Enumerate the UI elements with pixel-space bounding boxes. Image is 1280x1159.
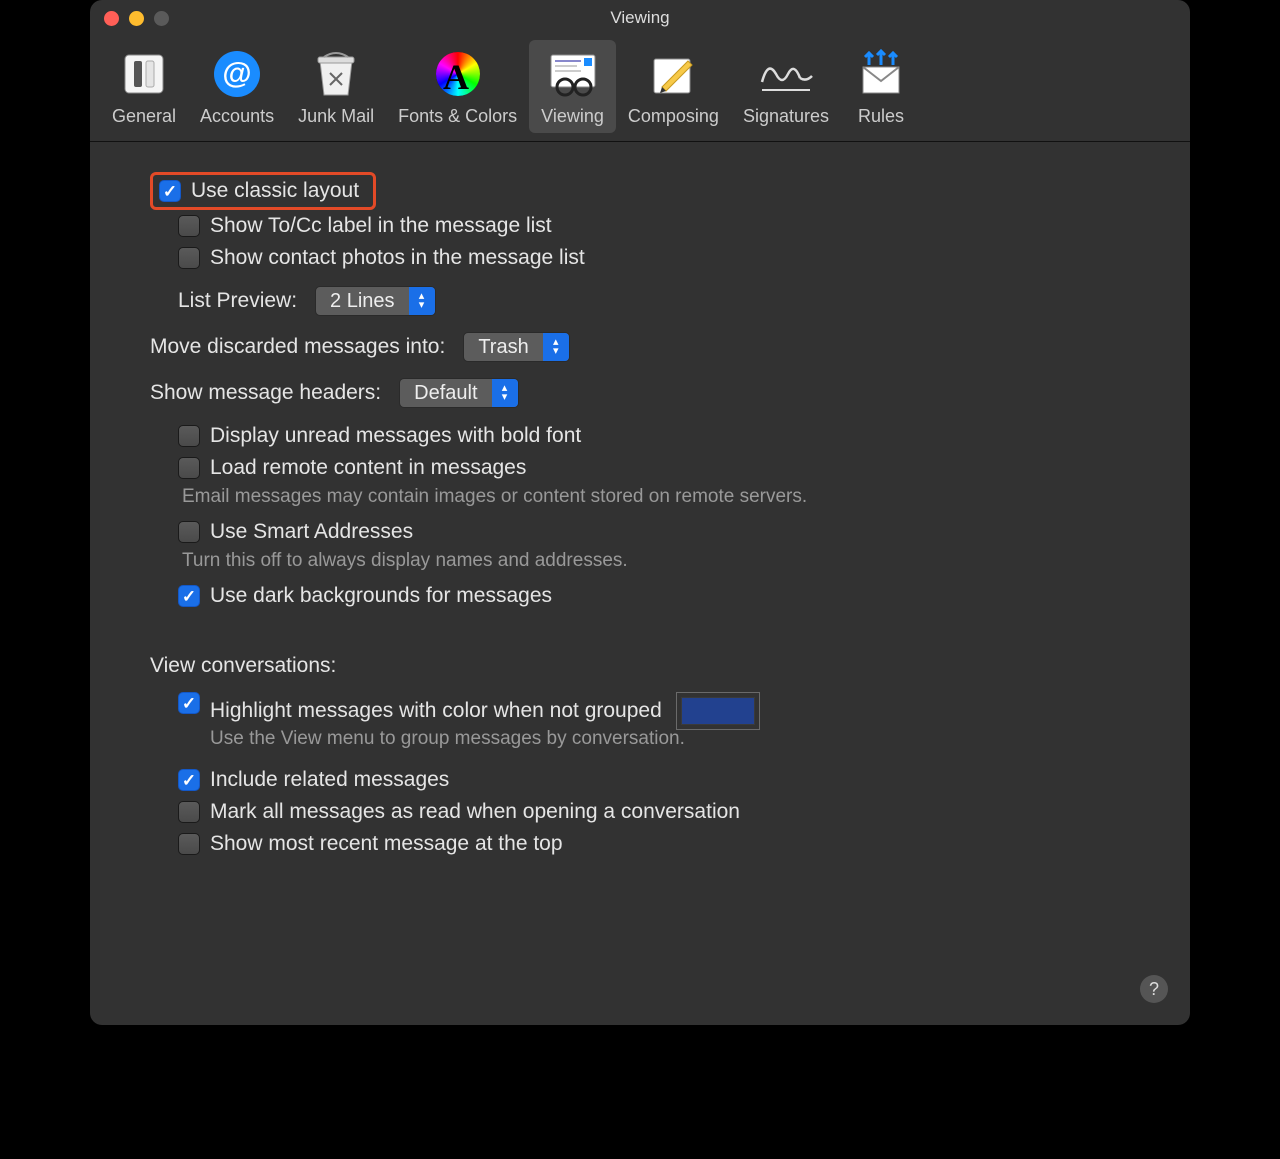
highlight-color-swatch bbox=[681, 697, 755, 725]
include-related-label: Include related messages bbox=[210, 768, 449, 792]
smart-addresses-description: Turn this off to always display names an… bbox=[182, 550, 1130, 572]
highlight-color-description: Use the View menu to group messages by c… bbox=[210, 728, 1130, 750]
tab-general[interactable]: General bbox=[100, 40, 188, 133]
dark-backgrounds-label: Use dark backgrounds for messages bbox=[210, 584, 552, 608]
viewing-icon bbox=[545, 46, 601, 102]
tab-label: Viewing bbox=[541, 106, 604, 127]
preferences-window: Viewing General @ Accounts bbox=[90, 0, 1190, 1025]
classic-layout-checkbox[interactable] bbox=[159, 180, 181, 202]
highlight-color-label: Highlight messages with color when not g… bbox=[210, 699, 662, 723]
svg-text:A: A bbox=[443, 57, 469, 97]
discarded-select[interactable]: Trash bbox=[463, 332, 569, 362]
stepper-arrows-icon bbox=[409, 287, 435, 315]
discarded-value: Trash bbox=[464, 336, 542, 359]
headers-label: Show message headers: bbox=[150, 381, 381, 405]
composing-icon bbox=[645, 46, 701, 102]
smart-addresses-checkbox[interactable] bbox=[178, 521, 200, 543]
tab-accounts[interactable]: @ Accounts bbox=[188, 40, 286, 133]
show-contact-photos-label: Show contact photos in the message list bbox=[210, 246, 585, 270]
dark-backgrounds-checkbox[interactable] bbox=[178, 585, 200, 607]
headers-select[interactable]: Default bbox=[399, 378, 518, 408]
tab-label: Signatures bbox=[743, 106, 829, 127]
tab-rules[interactable]: Rules bbox=[841, 40, 921, 133]
tab-label: Junk Mail bbox=[298, 106, 374, 127]
titlebar: Viewing bbox=[90, 0, 1190, 36]
tab-label: General bbox=[112, 106, 176, 127]
headers-value: Default bbox=[400, 382, 491, 405]
tab-fonts-colors[interactable]: A Fonts & Colors bbox=[386, 40, 529, 133]
stepper-arrows-icon bbox=[492, 379, 518, 407]
help-icon: ? bbox=[1149, 979, 1159, 1000]
mark-read-checkbox[interactable] bbox=[178, 801, 200, 823]
recent-top-checkbox[interactable] bbox=[178, 833, 200, 855]
tab-composing[interactable]: Composing bbox=[616, 40, 731, 133]
view-conversations-label: View conversations: bbox=[150, 654, 1130, 678]
list-preview-label: List Preview: bbox=[178, 289, 297, 313]
smart-addresses-label: Use Smart Addresses bbox=[210, 520, 413, 544]
show-contact-photos-checkbox[interactable] bbox=[178, 247, 200, 269]
bold-unread-checkbox[interactable] bbox=[178, 425, 200, 447]
tab-label: Accounts bbox=[200, 106, 274, 127]
load-remote-checkbox[interactable] bbox=[178, 457, 200, 479]
show-to-cc-checkbox[interactable] bbox=[178, 215, 200, 237]
tab-viewing[interactable]: Viewing bbox=[529, 40, 616, 133]
load-remote-label: Load remote content in messages bbox=[210, 456, 526, 480]
highlight-color-checkbox[interactable] bbox=[178, 692, 200, 714]
junk-mail-icon bbox=[308, 46, 364, 102]
signatures-icon bbox=[758, 46, 814, 102]
bold-unread-label: Display unread messages with bold font bbox=[210, 424, 581, 448]
stepper-arrows-icon bbox=[543, 333, 569, 361]
viewing-pane: Use classic layout Show To/Cc label in t… bbox=[90, 142, 1190, 894]
help-button[interactable]: ? bbox=[1140, 975, 1168, 1003]
zoom-window-button[interactable] bbox=[154, 11, 169, 26]
classic-layout-label: Use classic layout bbox=[191, 179, 359, 203]
window-controls bbox=[104, 11, 169, 26]
preferences-toolbar: General @ Accounts Junk Mail bbox=[90, 36, 1190, 142]
discarded-label: Move discarded messages into: bbox=[150, 335, 445, 359]
close-window-button[interactable] bbox=[104, 11, 119, 26]
general-icon bbox=[116, 46, 172, 102]
load-remote-description: Email messages may contain images or con… bbox=[182, 486, 1130, 508]
classic-layout-highlight: Use classic layout bbox=[150, 172, 376, 210]
tab-label: Fonts & Colors bbox=[398, 106, 517, 127]
svg-text:@: @ bbox=[222, 57, 251, 90]
mark-read-label: Mark all messages as read when opening a… bbox=[210, 800, 740, 824]
tab-signatures[interactable]: Signatures bbox=[731, 40, 841, 133]
tab-label: Rules bbox=[858, 106, 904, 127]
tab-junk-mail[interactable]: Junk Mail bbox=[286, 40, 386, 133]
tab-label: Composing bbox=[628, 106, 719, 127]
include-related-checkbox[interactable] bbox=[178, 769, 200, 791]
window-title: Viewing bbox=[90, 8, 1190, 28]
fonts-colors-icon: A bbox=[430, 46, 486, 102]
recent-top-label: Show most recent message at the top bbox=[210, 832, 563, 856]
rules-icon bbox=[853, 46, 909, 102]
list-preview-select[interactable]: 2 Lines bbox=[315, 286, 436, 316]
minimize-window-button[interactable] bbox=[129, 11, 144, 26]
show-to-cc-label: Show To/Cc label in the message list bbox=[210, 214, 552, 238]
list-preview-value: 2 Lines bbox=[316, 290, 409, 313]
accounts-icon: @ bbox=[209, 46, 265, 102]
highlight-color-well[interactable] bbox=[676, 692, 760, 730]
